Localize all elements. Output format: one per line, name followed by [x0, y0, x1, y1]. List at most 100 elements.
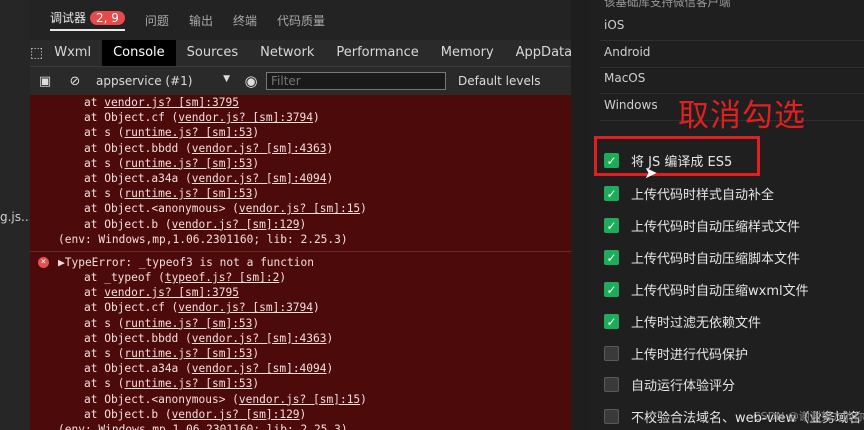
- panel-tab-sources[interactable]: Sources: [176, 40, 249, 66]
- stack-frame: at Object.b (vendor.js? [sm]:129): [30, 407, 571, 422]
- source-link[interactable]: vendor.js? [sm]:3794: [178, 301, 313, 314]
- stack-frame-text: at s (: [84, 347, 125, 360]
- source-link[interactable]: vendor.js? [sm]:3795: [104, 96, 239, 109]
- stack-frame: at Object.cf (vendor.js? [sm]:3794): [30, 300, 571, 315]
- stack-frame-suffix: ): [326, 141, 334, 155]
- top-tab-3[interactable]: 终端: [233, 12, 257, 29]
- source-link[interactable]: vendor.js? [sm]:129: [172, 408, 300, 421]
- top-tab-4[interactable]: 代码质量: [277, 12, 325, 29]
- element-picker-icon[interactable]: ⬚: [30, 45, 43, 61]
- stack-frame-suffix: ): [360, 392, 367, 406]
- setting-option-label: 上传代码时样式自动补全: [631, 188, 775, 203]
- checkbox-checked[interactable]: ✓: [604, 282, 619, 297]
- sidebar-toggle-icon[interactable]: ▣: [30, 74, 60, 89]
- source-link[interactable]: vendor.js? [sm]:4094: [192, 362, 327, 375]
- source-link[interactable]: vendor.js? [sm]:15: [239, 202, 360, 215]
- error-count-badge: 2, 9: [90, 11, 125, 25]
- source-link[interactable]: runtime.js? [sm]:53: [124, 157, 252, 170]
- setting-option-label: 上传时过滤无依赖文件: [631, 316, 762, 331]
- stack-frame-suffix: ): [279, 271, 287, 285]
- env-line: (env: Windows,mp,1.06.2301160; lib: 2.25…: [58, 422, 348, 430]
- setting-option-5[interactable]: ✓ 上传时过滤无依赖文件: [604, 312, 761, 331]
- stack-frame: at Object.a34a (vendor.js? [sm]:4094): [30, 171, 571, 186]
- stack-frame-suffix: ): [313, 111, 320, 125]
- stack-frame-suffix: ): [252, 126, 260, 140]
- checkbox-checked[interactable]: ✓: [604, 314, 619, 329]
- checkbox-unchecked[interactable]: [604, 377, 619, 392]
- source-link[interactable]: vendor.js? [sm]:129: [172, 218, 300, 231]
- panel-tab-console[interactable]: Console: [102, 40, 176, 66]
- setting-option-label: 上传时进行代码保护: [631, 348, 749, 363]
- context-label: appservice (#1): [96, 74, 193, 88]
- stack-frame-text: at s (: [84, 156, 125, 170]
- source-link[interactable]: typeof.js? [sm]:2: [165, 271, 280, 284]
- source-link[interactable]: vendor.js? [sm]:3795: [104, 286, 239, 299]
- error-text[interactable]: ▶TypeError: _typeof3 is not a function: [58, 256, 314, 269]
- context-selector[interactable]: appservice (#1) ▼: [90, 74, 236, 88]
- eye-icon[interactable]: ◉: [236, 72, 266, 90]
- top-tab-2[interactable]: 输出: [189, 12, 213, 29]
- stack-frame: at Object.<anonymous> (vendor.js? [sm]:1…: [30, 392, 571, 407]
- checkbox-unchecked[interactable]: [604, 409, 619, 424]
- top-tab-label: 问题: [144, 13, 169, 28]
- source-link[interactable]: runtime.js? [sm]:53: [124, 187, 252, 200]
- source-link[interactable]: vendor.js? [sm]:3794: [178, 111, 313, 124]
- top-tab-label: 代码质量: [276, 13, 325, 28]
- message-separator: [30, 247, 571, 252]
- stack-frame: at Object.bbdd (vendor.js? [sm]:4363): [30, 141, 571, 156]
- error-icon: ×: [38, 256, 49, 268]
- platform-divider: [600, 67, 864, 68]
- clear-console-icon[interactable]: ⊘: [60, 74, 90, 89]
- devtools-panel: 调试器 2, 9 问题 输出 终端 代码质量 ⬚ Wxml Console Sources Ne…: [30, 0, 571, 430]
- setting-option-3[interactable]: ✓ 上传代码时自动压缩脚本文件: [604, 248, 800, 267]
- filter-input[interactable]: [266, 72, 446, 90]
- checkbox-unchecked[interactable]: [604, 346, 619, 361]
- stack-frame-text: at _typeof (: [84, 271, 165, 285]
- source-link[interactable]: vendor.js? [sm]:4094: [192, 172, 327, 185]
- checkbox-checked[interactable]: ✓: [604, 250, 619, 265]
- stack-frame-text: at s (: [84, 187, 125, 201]
- source-link[interactable]: runtime.js? [sm]:53: [124, 126, 252, 139]
- checkbox-checked[interactable]: ✓: [604, 218, 619, 233]
- panel-tab-wxml[interactable]: Wxml: [43, 40, 102, 66]
- dropdown-caret-icon: ▼: [223, 74, 230, 84]
- panel-tab-network[interactable]: Network: [249, 40, 325, 66]
- stack-frame: at _typeof (typeof.js? [sm]:2): [30, 270, 571, 285]
- stack-frame: at vendor.js? [sm]:3795: [30, 95, 571, 110]
- platform-android: Android: [604, 45, 651, 59]
- panel-tab-memory[interactable]: Memory: [430, 40, 505, 66]
- error-message: × ▶TypeError: _typeof3 is not a function: [30, 255, 571, 270]
- source-link[interactable]: vendor.js? [sm]:4363: [192, 142, 327, 155]
- annotation-text: 取消勾选: [678, 98, 806, 134]
- top-tab-label: 终端: [232, 13, 257, 28]
- setting-option-1[interactable]: ✓ 上传代码时样式自动补全: [604, 184, 774, 203]
- source-link[interactable]: runtime.js? [sm]:53: [124, 377, 252, 390]
- left-file-fragment: g.js...: [0, 210, 33, 224]
- base-library-note: 该基础库支持微信客户端: [604, 0, 731, 9]
- source-link[interactable]: runtime.js? [sm]:53: [124, 347, 252, 360]
- stack-frame-suffix: ): [252, 156, 260, 170]
- stack-frame-text: at s (: [84, 377, 125, 391]
- top-tab-0[interactable]: 调试器 2, 9: [50, 9, 125, 31]
- checkbox-checked[interactable]: ✓: [604, 186, 619, 201]
- panel-tab-bar: ⬚ Wxml Console Sources Network Performance Me…: [30, 40, 571, 66]
- setting-option-7[interactable]: 自动运行体验评分: [604, 375, 735, 394]
- setting-option-4[interactable]: ✓ 上传代码时自动压缩wxml文件: [604, 280, 809, 299]
- platform-macos: MacOS: [604, 71, 646, 85]
- source-link[interactable]: runtime.js? [sm]:53: [124, 317, 252, 330]
- stack-frame-suffix: ): [252, 187, 260, 201]
- default-levels-dropdown[interactable]: Default levels: [458, 74, 540, 88]
- panel-tab-appdata[interactable]: AppData: [505, 40, 571, 66]
- stack-frame: at s (runtime.js? [sm]:53): [30, 346, 571, 361]
- top-tab-label: 调试器: [50, 11, 87, 25]
- setting-option-2[interactable]: ✓ 上传代码时自动压缩样式文件: [604, 216, 800, 235]
- highlight-box: [594, 136, 760, 176]
- panel-tab-performance[interactable]: Performance: [325, 40, 429, 66]
- stack-frame: at Object.bbdd (vendor.js? [sm]:4363): [30, 331, 571, 346]
- platform-windows: Windows: [604, 98, 658, 112]
- stack-frame-text: at s (: [84, 316, 125, 330]
- source-link[interactable]: vendor.js? [sm]:4363: [192, 332, 327, 345]
- setting-option-6[interactable]: 上传时进行代码保护: [604, 344, 748, 363]
- source-link[interactable]: vendor.js? [sm]:15: [239, 393, 360, 406]
- top-tab-1[interactable]: 问题: [145, 12, 169, 29]
